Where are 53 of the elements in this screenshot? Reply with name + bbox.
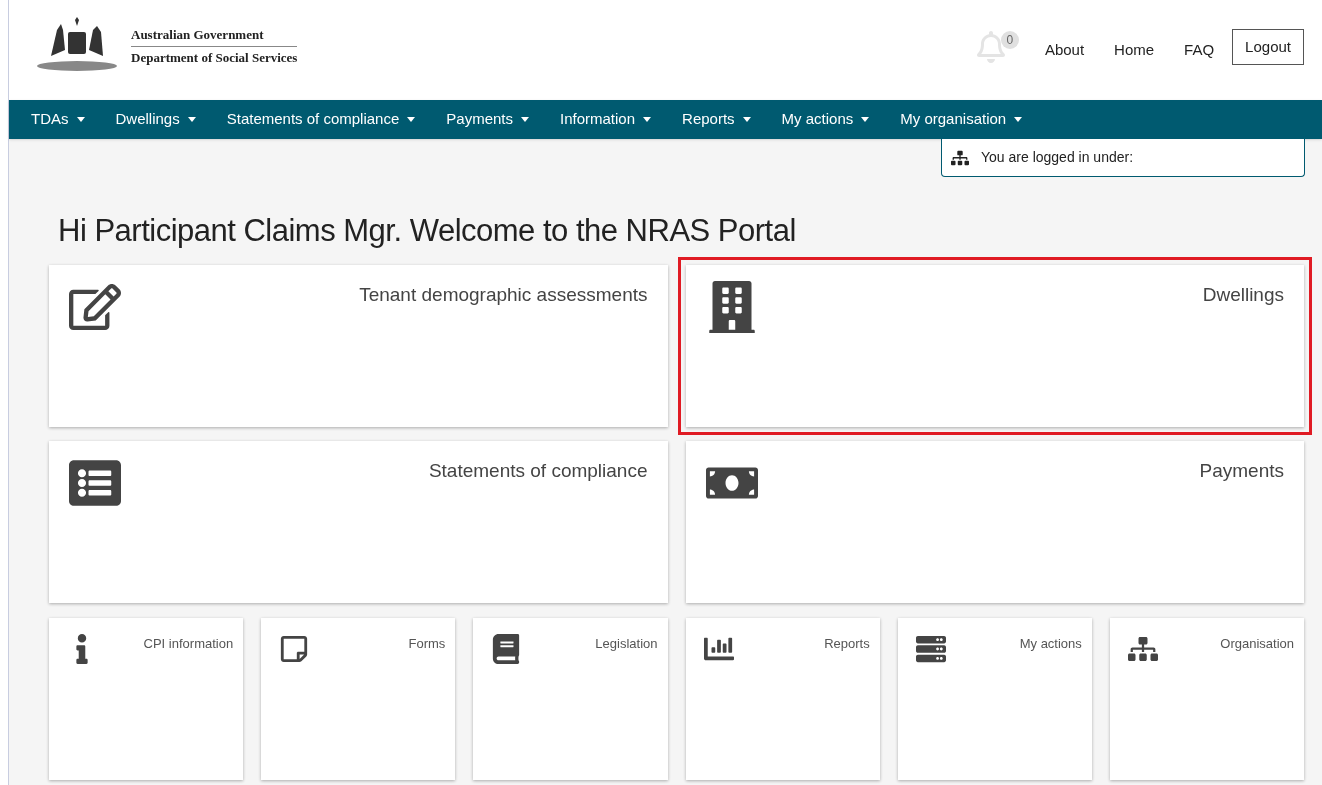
caret-icon [76,117,85,122]
nav-menu-item[interactable]: Statements of compliance [226,108,416,131]
tile-title: Organisation [1220,635,1294,653]
caret-icon [1014,117,1023,122]
tile-title: Forms [408,635,446,653]
list-icon [69,457,121,509]
caret-icon [861,117,870,122]
edit-icon [69,281,121,333]
header-link[interactable]: FAQ [1184,38,1215,62]
tile-title: Reports [824,635,870,653]
book-icon [491,634,522,664]
dashboard-tile[interactable]: Forms [261,618,456,780]
dashboard-tile[interactable]: Dwellings [685,265,1304,427]
caret-icon [742,117,751,122]
tile-title: Dwellings [1202,283,1284,307]
caret-icon [521,117,529,122]
tile-title: Legislation [595,635,658,653]
nav-menu-item[interactable]: Information [560,108,652,131]
nav-menu-item[interactable]: My organisation [900,108,1023,131]
header-link[interactable]: About [1044,38,1085,62]
dashboard-tile[interactable]: Legislation [473,618,668,780]
tile-title: Tenant demographic assessments [359,283,648,307]
tile-title: CPI information [143,635,234,653]
logged-in-text: You are logged in under: [981,148,1134,167]
stacked-bars-icon [915,634,946,664]
dashboard-tile[interactable]: My actions [897,618,1092,780]
note-icon [279,634,310,664]
welcome-heading: Hi Participant Claims Mgr. Welcome to the NRAS Portal [58,212,797,250]
dashboard-tile[interactable]: Payments [685,441,1304,603]
tile-title: Statements of compliance [428,459,648,483]
hierarchy-icon [951,148,969,167]
tile-title: My actions [1019,635,1082,653]
logout-button[interactable]: Logout [1232,28,1304,66]
caret-icon [407,117,416,122]
nav-menu-item[interactable]: Reports [682,108,751,131]
dashboard-tile[interactable]: Statements of compliance [49,441,668,603]
hierarchy-icon [1127,634,1158,664]
dashboard-tile[interactable]: Reports [685,618,880,780]
tile-title: Payments [1199,459,1284,483]
nav-menu-item[interactable]: My actions [781,108,870,131]
notification-count: 0 [1000,31,1019,49]
bell-icon[interactable] [974,31,1007,63]
dashboard-tile[interactable]: Tenant demographic assessments [49,265,668,427]
caret-icon [187,117,196,122]
header-link[interactable]: Home [1114,38,1155,62]
department-name: Department of Social Services [131,48,298,66]
government-name: Australian Government [131,26,298,47]
dashboard-tile[interactable]: Organisation [1109,618,1304,780]
dashboard-tile[interactable]: CPI information [49,618,244,780]
caret-icon [643,117,652,122]
nav-menu-item[interactable]: Dwellings [115,108,196,131]
nav-menu-item[interactable]: Payments [446,108,529,131]
nav-menu-item[interactable]: TDAs [31,108,85,131]
